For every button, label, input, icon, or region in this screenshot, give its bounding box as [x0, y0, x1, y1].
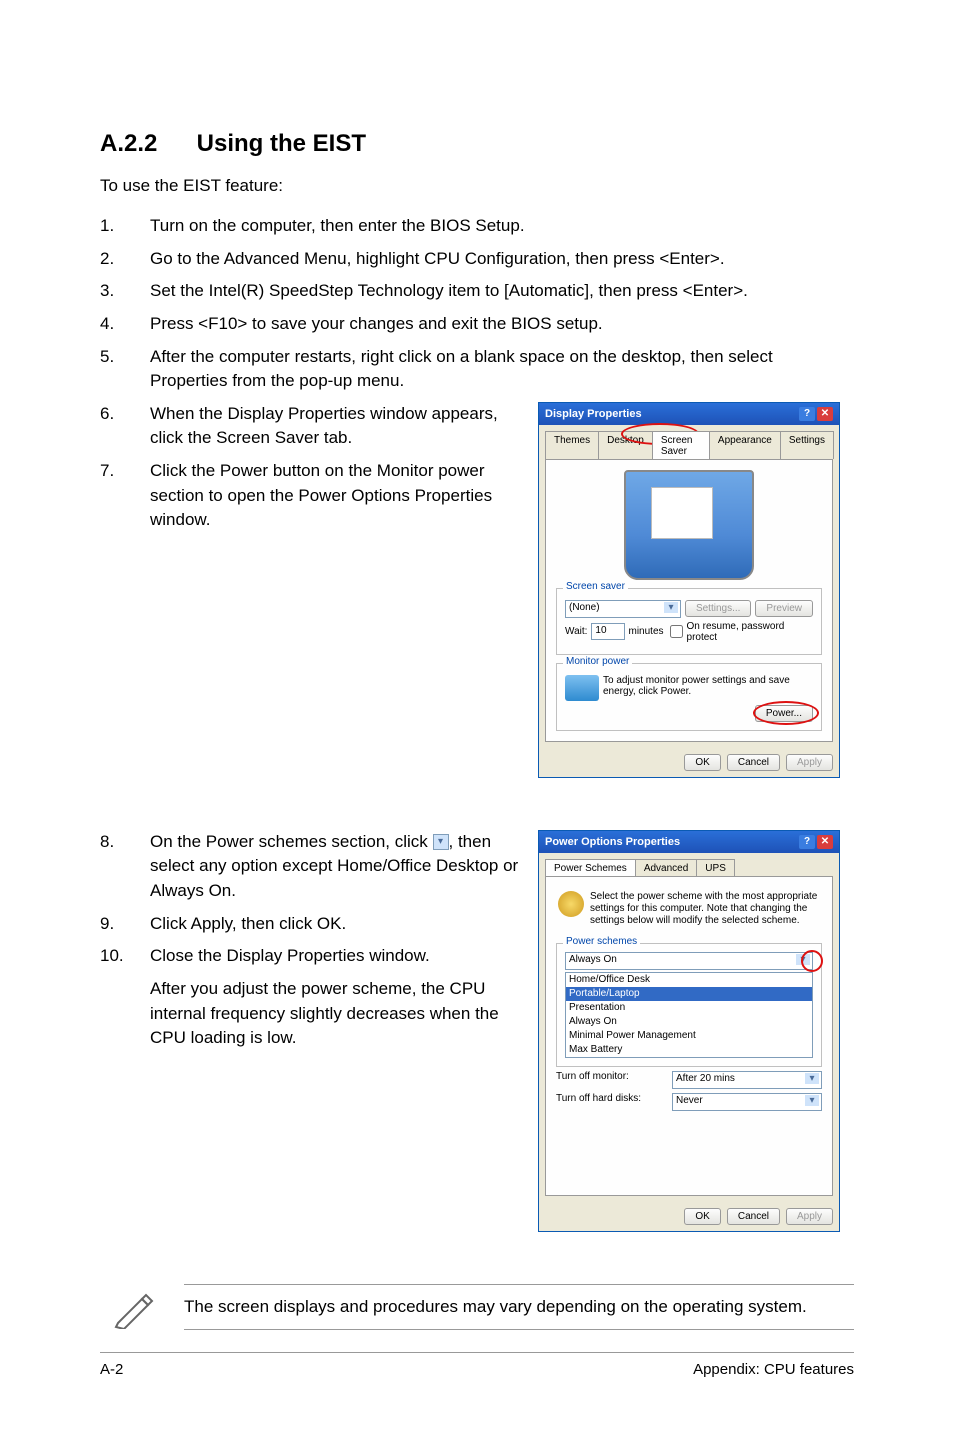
monitor-power-group: Monitor power To adjust monitor power se… — [556, 663, 822, 731]
note-text: The screen displays and procedures may v… — [184, 1284, 854, 1330]
turn-off-monitor-select[interactable]: After 20 mins — [672, 1071, 822, 1089]
step-text: On the Power schemes section, click ▾, t… — [150, 830, 528, 904]
power-options-dialog: Power Options Properties ? ✕ Power Schem… — [538, 830, 840, 1232]
group-label: Power schemes — [563, 936, 640, 947]
step-text: Turn on the computer, then enter the BIO… — [150, 214, 854, 239]
power-schemes-group: Power schemes Always On Home/Office Desk… — [556, 943, 822, 1067]
group-label: Monitor power — [563, 656, 632, 667]
step-num: 3. — [100, 279, 150, 304]
footer-section-title: Appendix: CPU features — [693, 1361, 854, 1378]
power-scheme-hint-text: Select the power scheme with the most ap… — [590, 891, 820, 927]
close-icon[interactable]: ✕ — [817, 835, 833, 849]
dialog-title: Display Properties — [545, 408, 642, 420]
tab-power-schemes[interactable]: Power Schemes — [545, 859, 636, 876]
after-note: After you adjust the power scheme, the C… — [150, 977, 528, 1051]
dialog-tabs: Themes Desktop Screen Saver Appearance S… — [539, 425, 839, 459]
option-always-on[interactable]: Always On — [566, 1015, 812, 1029]
step-num: 7. — [100, 459, 150, 533]
page-footer: A-2 Appendix: CPU features — [100, 1352, 854, 1378]
on-resume-label: On resume, password protect — [687, 621, 813, 643]
dialog-titlebar: Display Properties ? ✕ — [539, 403, 839, 425]
tab-appearance[interactable]: Appearance — [709, 431, 781, 459]
step-text: Press <F10> to save your changes and exi… — [150, 312, 854, 337]
on-resume-checkbox[interactable] — [670, 625, 683, 638]
note-pencil-icon — [112, 1285, 156, 1329]
step-text: Click Apply, then click OK. — [150, 912, 528, 937]
step-num: 1. — [100, 214, 150, 239]
section-heading: A.2.2 Using the EIST — [100, 130, 854, 158]
cancel-button[interactable]: Cancel — [727, 754, 780, 771]
wait-label: Wait: — [565, 626, 587, 637]
preview-button[interactable]: Preview — [755, 600, 813, 617]
option-presentation[interactable]: Presentation — [566, 1001, 812, 1015]
tab-advanced[interactable]: Advanced — [635, 859, 697, 876]
option-minimal[interactable]: Minimal Power Management — [566, 1029, 812, 1043]
heading-number: A.2.2 — [100, 130, 190, 158]
cancel-button[interactable]: Cancel — [727, 1208, 780, 1225]
power-scheme-hint-icon — [558, 891, 584, 917]
power-scheme-select[interactable]: Always On — [565, 952, 813, 970]
step-text: Click the Power button on the Monitor po… — [150, 459, 528, 533]
help-icon[interactable]: ? — [799, 835, 815, 849]
turn-off-disks-label: Turn off hard disks: — [556, 1093, 641, 1111]
settings-button[interactable]: Settings... — [685, 600, 751, 617]
power-button[interactable]: Power... — [755, 705, 813, 722]
wait-spinner[interactable]: 10 — [591, 623, 624, 640]
help-icon[interactable]: ? — [799, 407, 815, 421]
option-portable-laptop[interactable]: Portable/Laptop — [566, 987, 812, 1001]
dialog-titlebar: Power Options Properties ? ✕ — [539, 831, 839, 853]
step-text: When the Display Properties window appea… — [150, 402, 528, 451]
turn-off-monitor-label: Turn off monitor: — [556, 1071, 629, 1089]
step-num: 8. — [100, 830, 150, 904]
ok-button[interactable]: OK — [684, 754, 720, 771]
display-properties-dialog: Display Properties ? ✕ Themes Desktop Sc… — [538, 402, 840, 778]
step-num: 5. — [100, 345, 150, 394]
power-scheme-dropdown[interactable]: Home/Office Desk Portable/Laptop Present… — [565, 972, 813, 1058]
step-num: 4. — [100, 312, 150, 337]
dialog-title: Power Options Properties — [545, 836, 680, 848]
monitor-power-text: To adjust monitor power settings and sav… — [603, 675, 813, 697]
screensaver-group: Screen saver (None) Settings... Preview … — [556, 588, 822, 655]
tab-desktop[interactable]: Desktop — [598, 431, 653, 459]
tab-ups[interactable]: UPS — [696, 859, 735, 876]
step-text: Close the Display Properties window. — [150, 944, 528, 969]
tab-settings[interactable]: Settings — [780, 431, 834, 459]
monitor-preview — [624, 470, 754, 580]
step-text: Go to the Advanced Menu, highlight CPU C… — [150, 247, 854, 272]
group-label: Screen saver — [563, 581, 628, 592]
close-icon[interactable]: ✕ — [817, 407, 833, 421]
tab-themes[interactable]: Themes — [545, 431, 599, 459]
ok-button[interactable]: OK — [684, 1208, 720, 1225]
chevron-down-icon: ▾ — [433, 834, 449, 850]
intro-text: To use the EIST feature: — [100, 176, 854, 196]
tab-screen-saver[interactable]: Screen Saver — [652, 431, 710, 459]
screensaver-select[interactable]: (None) — [565, 600, 681, 618]
apply-button[interactable]: Apply — [786, 754, 833, 771]
apply-button[interactable]: Apply — [786, 1208, 833, 1225]
step-num: 10. — [100, 944, 150, 969]
option-home-office[interactable]: Home/Office Desk — [566, 973, 812, 987]
dialog-tabs: Power Schemes Advanced UPS — [539, 853, 839, 876]
wait-minutes-label: minutes — [629, 626, 664, 637]
turn-off-disks-select[interactable]: Never — [672, 1093, 822, 1111]
step-num: 2. — [100, 247, 150, 272]
step-text: After the computer restarts, right click… — [150, 345, 854, 394]
step-num: 9. — [100, 912, 150, 937]
option-max-battery[interactable]: Max Battery — [566, 1043, 812, 1057]
energy-star-icon — [565, 675, 599, 701]
footer-page-number: A-2 — [100, 1361, 123, 1378]
heading-title: Using the EIST — [197, 130, 366, 157]
step-num: 6. — [100, 402, 150, 451]
step-text: Set the Intel(R) SpeedStep Technology it… — [150, 279, 854, 304]
